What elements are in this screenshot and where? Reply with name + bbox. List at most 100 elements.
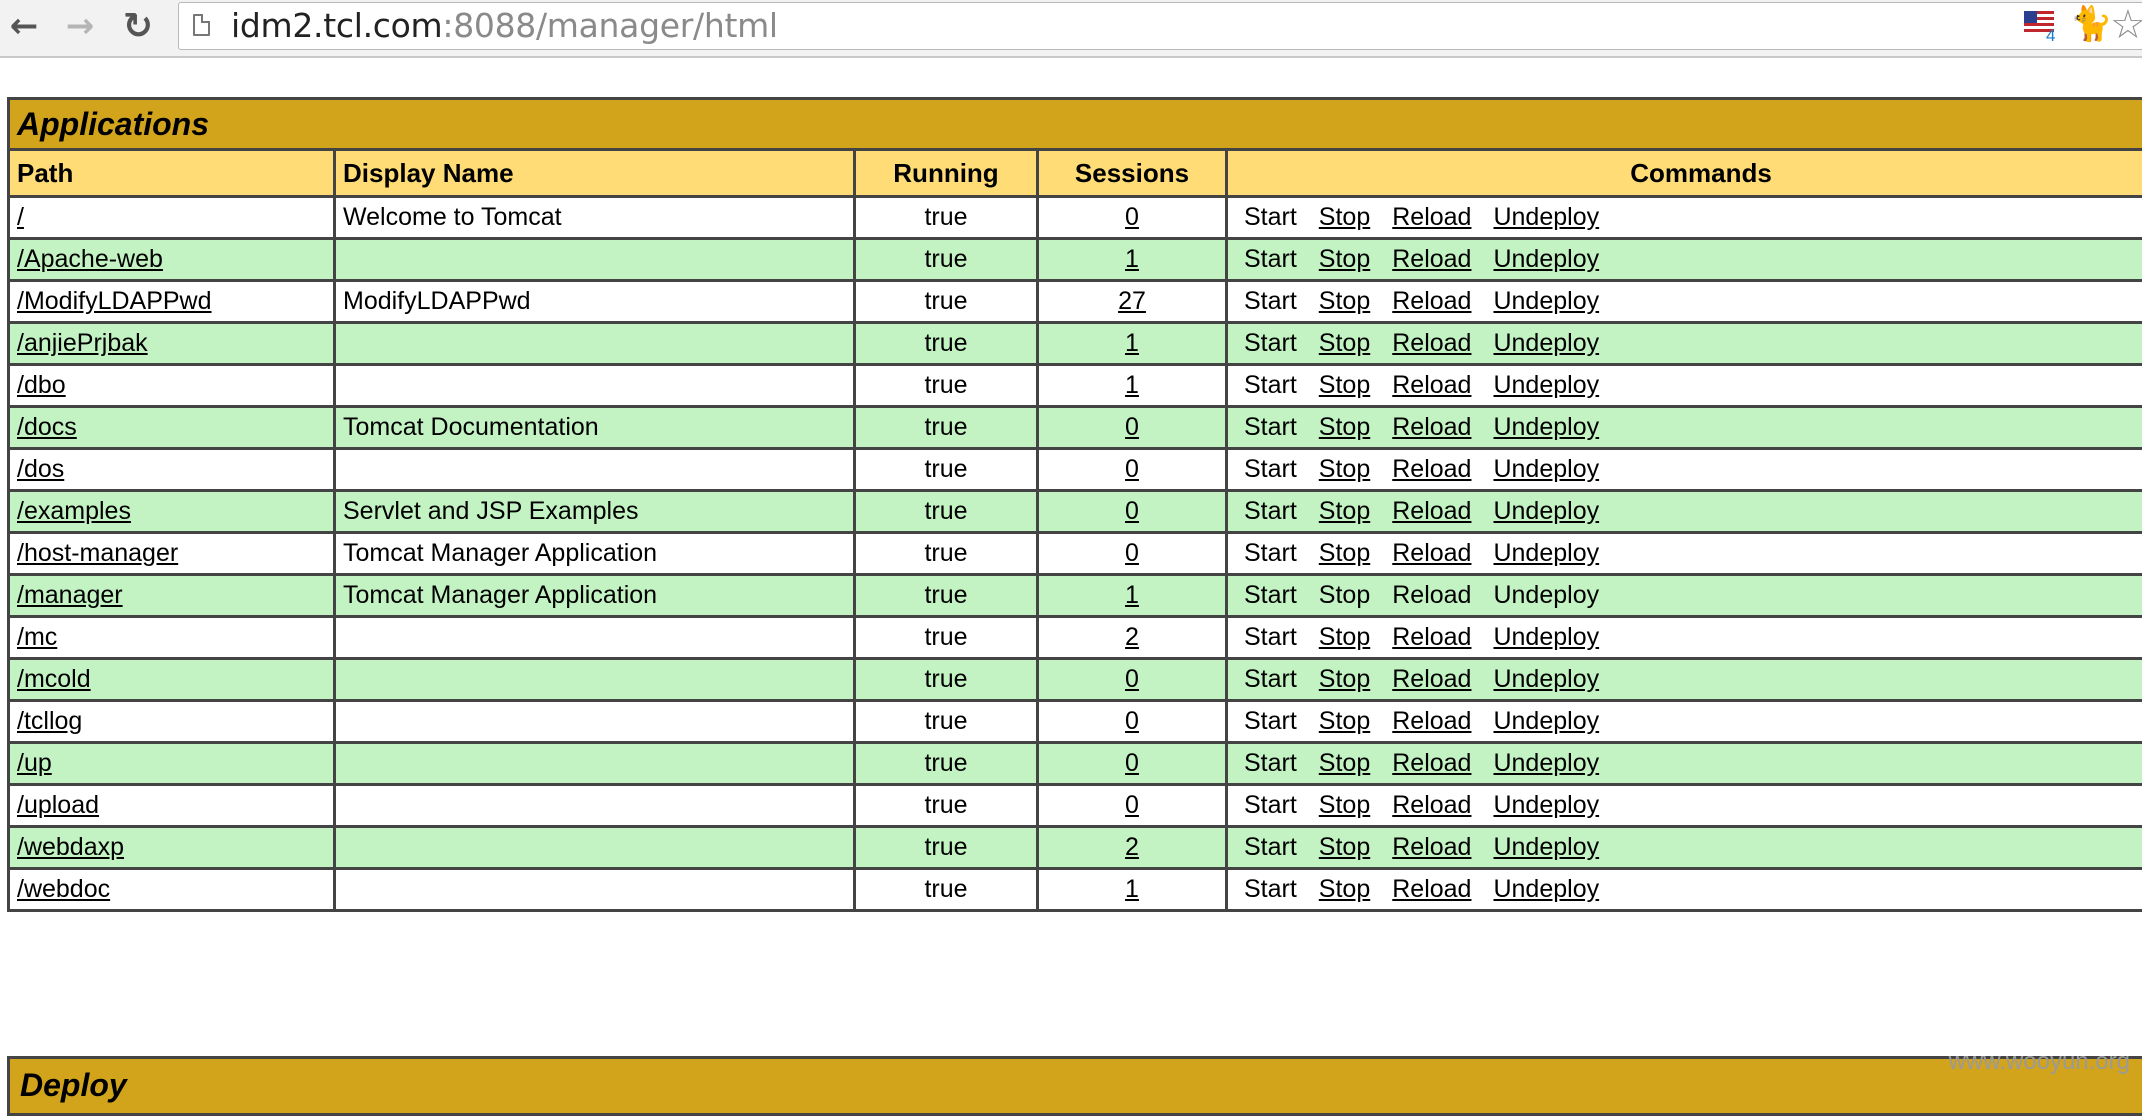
url-text[interactable]: idm2.tcl.com:8088/manager/html bbox=[231, 9, 778, 43]
sessions-link[interactable]: 1 bbox=[1125, 371, 1139, 399]
stop-link[interactable]: Stop bbox=[1319, 623, 1370, 651]
reload-link[interactable]: Reload bbox=[1392, 287, 1471, 315]
undeploy-command[interactable]: Undeploy bbox=[1493, 833, 1599, 862]
sessions-link[interactable]: 1 bbox=[1125, 329, 1139, 357]
sessions-link[interactable]: 0 bbox=[1125, 203, 1139, 231]
undeploy-link[interactable]: Undeploy bbox=[1493, 287, 1599, 315]
undeploy-link[interactable]: Undeploy bbox=[1493, 245, 1599, 273]
path-link[interactable]: /webdaxp bbox=[17, 833, 124, 861]
stop-command[interactable]: Stop bbox=[1319, 539, 1370, 568]
reload-link[interactable]: Reload bbox=[1392, 833, 1471, 861]
stop-link[interactable]: Stop bbox=[1319, 203, 1370, 231]
stop-link[interactable]: Stop bbox=[1319, 707, 1370, 735]
reload-command[interactable]: Reload bbox=[1392, 623, 1471, 652]
sessions-link[interactable]: 0 bbox=[1125, 497, 1139, 525]
reload-command[interactable]: Reload bbox=[1392, 203, 1471, 232]
stop-command[interactable]: Stop bbox=[1319, 623, 1370, 652]
undeploy-command[interactable]: Undeploy bbox=[1493, 707, 1599, 736]
undeploy-link[interactable]: Undeploy bbox=[1493, 665, 1599, 693]
sessions-link[interactable]: 0 bbox=[1125, 413, 1139, 441]
reload-command[interactable]: Reload bbox=[1392, 665, 1471, 694]
undeploy-link[interactable]: Undeploy bbox=[1493, 203, 1599, 231]
path-link[interactable]: /docs bbox=[17, 413, 77, 441]
reload-link[interactable]: Reload bbox=[1392, 413, 1471, 441]
sessions-link[interactable]: 0 bbox=[1125, 707, 1139, 735]
stop-link[interactable]: Stop bbox=[1319, 245, 1370, 273]
stop-command[interactable]: Stop bbox=[1319, 371, 1370, 400]
reload-command[interactable]: Reload bbox=[1392, 413, 1471, 442]
stop-command[interactable]: Stop bbox=[1319, 833, 1370, 862]
stop-command[interactable]: Stop bbox=[1319, 875, 1370, 904]
stop-link[interactable]: Stop bbox=[1319, 455, 1370, 483]
sessions-link[interactable]: 1 bbox=[1125, 875, 1139, 903]
path-link[interactable]: /host-manager bbox=[17, 539, 178, 567]
path-link[interactable]: /mcold bbox=[17, 665, 91, 693]
sessions-link[interactable]: 0 bbox=[1125, 455, 1139, 483]
reload-command[interactable]: Reload bbox=[1392, 707, 1471, 736]
path-link[interactable]: /Apache-web bbox=[17, 245, 163, 273]
undeploy-command[interactable]: Undeploy bbox=[1493, 749, 1599, 778]
reload-command[interactable]: Reload bbox=[1392, 287, 1471, 316]
path-link[interactable]: /dos bbox=[17, 455, 64, 483]
stop-link[interactable]: Stop bbox=[1319, 329, 1370, 357]
back-arrow-icon[interactable]: ← bbox=[6, 6, 42, 46]
undeploy-link[interactable]: Undeploy bbox=[1493, 371, 1599, 399]
sessions-link[interactable]: 0 bbox=[1125, 665, 1139, 693]
tomcat-extension-icon[interactable]: 🐈 bbox=[2070, 4, 2112, 44]
path-link[interactable]: /upload bbox=[17, 791, 99, 819]
sessions-link[interactable]: 0 bbox=[1125, 539, 1139, 567]
reload-link[interactable]: Reload bbox=[1392, 791, 1471, 819]
sessions-link[interactable]: 27 bbox=[1118, 287, 1146, 315]
stop-command[interactable]: Stop bbox=[1319, 497, 1370, 526]
reload-link[interactable]: Reload bbox=[1392, 497, 1471, 525]
reload-command[interactable]: Reload bbox=[1392, 245, 1471, 274]
undeploy-link[interactable]: Undeploy bbox=[1493, 833, 1599, 861]
path-link[interactable]: /tcllog bbox=[17, 707, 82, 735]
forward-arrow-icon[interactable]: → bbox=[62, 6, 98, 46]
stop-command[interactable]: Stop bbox=[1319, 287, 1370, 316]
reload-command[interactable]: Reload bbox=[1392, 539, 1471, 568]
stop-command[interactable]: Stop bbox=[1319, 707, 1370, 736]
stop-command[interactable]: Stop bbox=[1319, 749, 1370, 778]
reload-command[interactable]: Reload bbox=[1392, 497, 1471, 526]
reload-link[interactable]: Reload bbox=[1392, 665, 1471, 693]
sessions-link[interactable]: 2 bbox=[1125, 833, 1139, 861]
stop-link[interactable]: Stop bbox=[1319, 413, 1370, 441]
undeploy-link[interactable]: Undeploy bbox=[1493, 539, 1599, 567]
stop-link[interactable]: Stop bbox=[1319, 833, 1370, 861]
stop-link[interactable]: Stop bbox=[1319, 371, 1370, 399]
reload-link[interactable]: Reload bbox=[1392, 749, 1471, 777]
sessions-link[interactable]: 2 bbox=[1125, 623, 1139, 651]
undeploy-link[interactable]: Undeploy bbox=[1493, 455, 1599, 483]
undeploy-link[interactable]: Undeploy bbox=[1493, 875, 1599, 903]
reload-link[interactable]: Reload bbox=[1392, 875, 1471, 903]
stop-command[interactable]: Stop bbox=[1319, 203, 1370, 232]
undeploy-link[interactable]: Undeploy bbox=[1493, 413, 1599, 441]
reload-link[interactable]: Reload bbox=[1392, 455, 1471, 483]
undeploy-link[interactable]: Undeploy bbox=[1493, 749, 1599, 777]
undeploy-link[interactable]: Undeploy bbox=[1493, 707, 1599, 735]
reload-link[interactable]: Reload bbox=[1392, 707, 1471, 735]
path-link[interactable]: / bbox=[17, 203, 24, 231]
stop-command[interactable]: Stop bbox=[1319, 665, 1370, 694]
undeploy-command[interactable]: Undeploy bbox=[1493, 665, 1599, 694]
reload-link[interactable]: Reload bbox=[1392, 329, 1471, 357]
sessions-link[interactable]: 0 bbox=[1125, 749, 1139, 777]
reload-command[interactable]: Reload bbox=[1392, 329, 1471, 358]
undeploy-command[interactable]: Undeploy bbox=[1493, 455, 1599, 484]
undeploy-command[interactable]: Undeploy bbox=[1493, 791, 1599, 820]
stop-command[interactable]: Stop bbox=[1319, 245, 1370, 274]
undeploy-command[interactable]: Undeploy bbox=[1493, 539, 1599, 568]
stop-link[interactable]: Stop bbox=[1319, 875, 1370, 903]
reload-command[interactable]: Reload bbox=[1392, 455, 1471, 484]
undeploy-command[interactable]: Undeploy bbox=[1493, 329, 1599, 358]
reload-command[interactable]: Reload bbox=[1392, 833, 1471, 862]
undeploy-link[interactable]: Undeploy bbox=[1493, 791, 1599, 819]
stop-link[interactable]: Stop bbox=[1319, 287, 1370, 315]
stop-command[interactable]: Stop bbox=[1319, 455, 1370, 484]
address-bar[interactable]: idm2.tcl.com:8088/manager/html bbox=[178, 2, 2142, 50]
path-link[interactable]: /mc bbox=[17, 623, 57, 651]
undeploy-link[interactable]: Undeploy bbox=[1493, 623, 1599, 651]
stop-link[interactable]: Stop bbox=[1319, 539, 1370, 567]
stop-link[interactable]: Stop bbox=[1319, 791, 1370, 819]
